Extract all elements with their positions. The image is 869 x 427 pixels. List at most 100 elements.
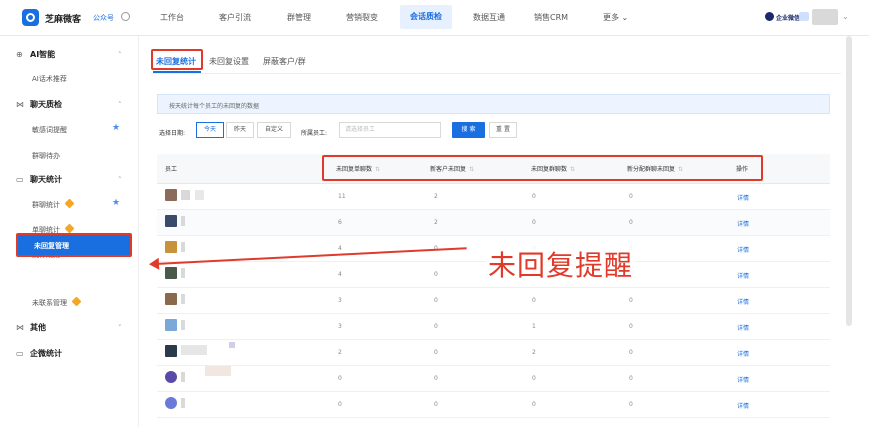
chevron-down-icon[interactable]: ˅ — [118, 324, 122, 332]
star-icon[interactable]: ★ — [112, 198, 120, 208]
detail-link[interactable]: 详情 — [737, 297, 749, 306]
cell-group: 0 — [532, 219, 536, 226]
detail-link[interactable]: 详情 — [737, 375, 749, 384]
user-avatar[interactable] — [812, 9, 838, 25]
cell-single: 2 — [338, 349, 342, 356]
staff-name-redacted — [181, 190, 190, 200]
sidebar-item-label: 未联系管理 — [32, 299, 67, 307]
cell-new-group: 0 — [629, 375, 633, 382]
detail-link[interactable]: 详情 — [737, 401, 749, 410]
tabs-divider — [151, 73, 841, 74]
app-logo-icon[interactable] — [22, 9, 39, 26]
tab-blocked-customers[interactable]: 屏蔽客户/群 — [263, 56, 306, 67]
sidebar-group-label: 企微统计 — [30, 349, 62, 358]
detail-link[interactable]: 详情 — [737, 349, 749, 358]
cell-single: 6 — [338, 219, 342, 226]
cell-single: 4 — [338, 271, 342, 278]
account-badge-icon — [799, 12, 809, 21]
detail-link[interactable]: 详情 — [737, 219, 749, 228]
staff-name-redacted — [195, 190, 204, 200]
chevron-up-icon[interactable]: ˄ — [118, 176, 122, 184]
tab-no-reply-stats[interactable]: 未回复统计 — [156, 56, 196, 67]
avatar — [165, 215, 177, 227]
sidebar-item-group-stats[interactable]: 群聊统计 — [32, 198, 75, 210]
nav-session-inspection[interactable]: 会话质检 — [400, 5, 452, 29]
detail-link[interactable]: 详情 — [737, 193, 749, 202]
date-yesterday-button[interactable]: 昨天 — [226, 122, 255, 138]
date-custom-button[interactable]: 自定义 — [257, 122, 292, 138]
cell-single: 3 — [338, 323, 342, 330]
avatar — [165, 267, 177, 279]
cell-new-group: 0 — [629, 193, 633, 200]
staff-name-redacted — [181, 216, 185, 226]
avatar — [165, 241, 177, 253]
staff-name-redacted — [181, 268, 185, 278]
brand-tag[interactable]: 公众号 — [93, 13, 114, 23]
sidebar-item-label: 群聊统计 — [32, 201, 60, 209]
avatar — [165, 189, 177, 201]
sidebar-item-ai-script[interactable]: AI话术推荐 — [32, 74, 67, 84]
cell-new-customer: 0 — [434, 271, 438, 278]
cell-new-customer: 0 — [434, 401, 438, 408]
reset-button[interactable]: 重 置 — [489, 122, 517, 138]
detail-link[interactable]: 详情 — [737, 323, 749, 332]
cell-single: 0 — [338, 375, 342, 382]
chevron-up-icon[interactable]: ˄ — [118, 101, 122, 109]
sidebar-group-other[interactable]: ⋈ 其他 — [16, 322, 46, 333]
tab-no-reply-settings[interactable]: 未回复设置 — [209, 56, 249, 67]
nav-group-management[interactable]: 群管理 — [287, 12, 311, 23]
detail-link[interactable]: 详情 — [737, 245, 749, 254]
nav-customer-acquisition[interactable]: 客户引流 — [219, 12, 251, 23]
detail-link[interactable]: 详情 — [737, 271, 749, 280]
annotation-arrow-head-icon — [148, 257, 160, 271]
table-row — [157, 314, 830, 340]
staff-name-redacted — [181, 294, 185, 304]
cell-new-group: 0 — [629, 297, 633, 304]
vip-diamond-icon — [71, 296, 82, 307]
wecom-label: 企业微信 — [776, 15, 801, 22]
sidebar-group-label: 聊天质检 — [30, 100, 62, 109]
cell-group: 1 — [532, 323, 536, 330]
staff-name-redacted — [181, 320, 185, 330]
sidebar-item-unlinked-management[interactable]: 未联系管理 — [32, 296, 82, 308]
staff-name-redacted — [181, 345, 207, 355]
table-row — [157, 288, 830, 314]
avatar — [165, 293, 177, 305]
nav-more[interactable]: 更多 ⌄ — [603, 12, 628, 23]
vertical-scrollbar[interactable] — [846, 36, 852, 326]
staff-name-redacted — [181, 398, 185, 408]
avatar — [165, 371, 177, 383]
sidebar-group-ai[interactable]: ⊕ AI智能 — [16, 49, 55, 60]
refresh-icon[interactable] — [121, 12, 130, 21]
sidebar-group-chat-stats[interactable]: ▭ 聊天统计 — [16, 174, 62, 185]
wecom-logo-icon — [765, 12, 774, 21]
cell-new-customer: 2 — [434, 193, 438, 200]
nav-data-sync[interactable]: 数据互通 — [473, 12, 505, 23]
sidebar-group-chat-inspection[interactable]: ⋈ 聊天质检 — [16, 99, 62, 110]
cell-new-group: 0 — [629, 219, 633, 226]
sidebar-group-wecom-stats[interactable]: ▭ 企微统计 — [16, 348, 62, 359]
table-row — [157, 392, 830, 418]
sidebar-item-group-todo[interactable]: 群聊待办 — [32, 151, 60, 161]
sidebar-item-sensitive-words[interactable]: 敏感词提醒 — [32, 125, 67, 135]
date-today-button[interactable]: 今天 — [196, 122, 225, 138]
staff-name-redacted — [229, 342, 235, 348]
stats-icon: ▭ — [16, 175, 24, 184]
nav-marketing-fission[interactable]: 营销裂变 — [346, 12, 378, 23]
table-row — [157, 366, 830, 392]
nav-sales-crm[interactable]: 销售CRM — [534, 12, 568, 23]
avatar — [165, 319, 177, 331]
chevron-up-icon[interactable]: ˄ — [118, 51, 122, 59]
staff-name-redacted — [181, 242, 185, 252]
nav-workbench[interactable]: 工作台 — [160, 12, 184, 23]
avatar — [165, 345, 177, 357]
chevron-down-icon[interactable]: ⌄ — [842, 12, 849, 21]
staff-select-input[interactable]: 请选择员工 — [339, 122, 441, 138]
table-row — [157, 340, 830, 366]
column-staff: 员工 — [165, 166, 178, 173]
star-icon[interactable]: ★ — [112, 123, 120, 133]
cell-single: 3 — [338, 297, 342, 304]
search-button[interactable]: 搜 索 — [452, 122, 485, 138]
cell-new-customer: 0 — [434, 323, 438, 330]
cell-group: 0 — [532, 375, 536, 382]
